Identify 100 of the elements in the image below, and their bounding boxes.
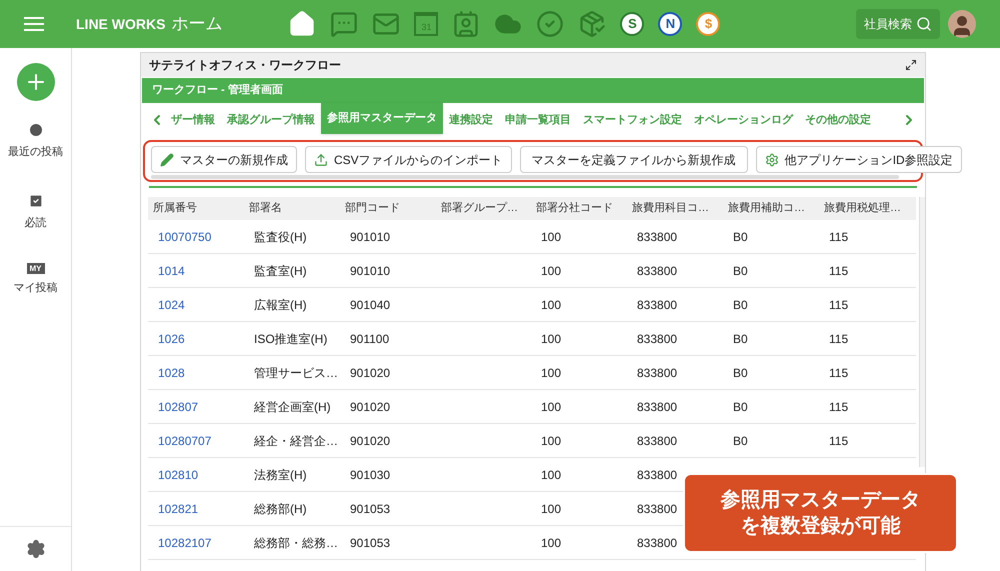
- toolbar-button[interactable]: マスターの新規作成: [151, 146, 297, 173]
- record-link[interactable]: 102810: [158, 466, 198, 484]
- expand-icon[interactable]: [905, 59, 917, 71]
- table-cell-text: 100: [541, 330, 562, 348]
- column-header[interactable]: 部署グループ…: [436, 197, 531, 220]
- table-cell-text: 833800: [637, 432, 678, 450]
- callout-text: を複数登録が可能: [740, 514, 900, 539]
- header-title: ワークフロー - 管理者画面: [152, 82, 283, 98]
- toolbar-button[interactable]: マスターを定義ファイルから新規作成: [520, 146, 748, 173]
- search-field[interactable]: 社員検索: [856, 9, 940, 39]
- table-cell-text: 901053: [350, 500, 390, 518]
- toolbar-button[interactable]: CSVファイルからのインポート: [305, 146, 512, 173]
- upload-icon: [314, 152, 328, 166]
- column-header[interactable]: 旅費用科目コ…: [627, 197, 723, 220]
- column-header[interactable]: 所属番号: [148, 197, 244, 220]
- table-cell-text: B0: [733, 364, 748, 382]
- tab[interactable]: オペレーションログ: [688, 112, 799, 134]
- record-link[interactable]: 10280707: [158, 432, 212, 450]
- table-cell-text: B0: [733, 398, 748, 416]
- table-cell-text: 833800: [637, 330, 678, 348]
- sidebar-item[interactable]: 必読: [24, 192, 46, 231]
- panel-title: サテライトオフィス・ワークフロー: [149, 57, 341, 74]
- my-badge: MY: [26, 263, 44, 274]
- table-cell-text: 901010: [350, 262, 390, 280]
- record-link[interactable]: 1026: [158, 330, 185, 348]
- toolbar-button[interactable]: 他アプリケーションID参照設定: [756, 146, 962, 173]
- table-cell-text: 833800: [637, 228, 678, 246]
- table-cell-text: 115: [829, 330, 848, 348]
- check-circle-icon[interactable]: [536, 10, 564, 38]
- page-title: ホーム: [171, 13, 222, 36]
- contact-card-icon[interactable]: [452, 10, 480, 38]
- record-link[interactable]: 102821: [158, 500, 198, 518]
- table-cell-text: 総務部(H): [254, 500, 307, 518]
- coin-icon[interactable]: S: [620, 12, 644, 36]
- table-cell-text: 901010: [350, 228, 390, 246]
- table-cell-text: 901020: [350, 398, 390, 416]
- checkbox-icon: [28, 192, 44, 208]
- box-check-icon[interactable]: [578, 10, 606, 38]
- tab[interactable]: その他の設定: [799, 112, 877, 134]
- column-header[interactable]: 部署分社コード: [531, 197, 627, 220]
- table-cell-text: 100: [541, 296, 562, 314]
- column-header[interactable]: 部署名: [244, 197, 340, 220]
- vertical-scrollbar[interactable]: [919, 197, 925, 467]
- horizontal-scrollbar[interactable]: [151, 175, 899, 179]
- table-cell-text: 100: [541, 500, 562, 518]
- table-cell-text: 833800: [637, 296, 678, 314]
- tab[interactable]: 連携設定: [443, 112, 499, 134]
- table-cell-text: 法務室(H): [254, 466, 307, 484]
- table-cell-text: 経企・経営企…: [254, 432, 338, 450]
- record-link[interactable]: 10282107: [158, 534, 212, 552]
- table-cell-text: 総務部・総務…: [254, 534, 338, 552]
- brand-logo: LINE WORKS: [76, 14, 166, 34]
- table-cell-text: B0: [733, 296, 748, 314]
- table-cell-text: 100: [541, 262, 562, 280]
- table-cell-text: 901100: [350, 330, 390, 348]
- table-cell-text: 100: [541, 364, 562, 382]
- search-icon[interactable]: [916, 16, 932, 32]
- table-cell-text: 経営企画室(H): [254, 398, 331, 416]
- chat-icon[interactable]: [330, 10, 358, 38]
- record-link[interactable]: 1024: [158, 296, 185, 314]
- table-cell-text: 901030: [350, 466, 390, 484]
- record-link[interactable]: 102807: [158, 398, 198, 416]
- tab[interactable]: ザー情報: [165, 112, 221, 134]
- column-header[interactable]: 旅費用補助コ…: [723, 197, 819, 220]
- table-cell-text: 管理サービス…: [254, 364, 338, 382]
- column-header[interactable]: 旅費用税処理…: [819, 197, 916, 220]
- table-cell-text: 広報室(H): [254, 296, 307, 314]
- table-cell-text: 833800: [637, 262, 678, 280]
- add-button[interactable]: [16, 63, 54, 101]
- table-cell-text: 901020: [350, 364, 390, 382]
- sidebar-item[interactable]: 最近の投稿: [8, 122, 63, 160]
- avatar[interactable]: [948, 10, 976, 38]
- coin-icon[interactable]: N: [658, 12, 682, 36]
- table-cell-text: 115: [829, 228, 848, 246]
- tab[interactable]: スマートフォン設定: [577, 112, 688, 134]
- table-cell-text: 115: [829, 262, 848, 280]
- table-cell-text: 833800: [637, 364, 678, 382]
- record-link[interactable]: 10070750: [158, 228, 212, 246]
- callout-text: 参照用マスターデータ: [720, 488, 920, 513]
- table-cell-text: 115: [829, 296, 848, 314]
- table-cell-text: 115: [829, 364, 848, 382]
- column-header[interactable]: 部門コード: [340, 197, 436, 220]
- table-cell-text: 115: [829, 398, 848, 416]
- sidebar-item[interactable]: MY マイ投稿: [14, 263, 58, 296]
- pencil-icon: [160, 152, 174, 166]
- table-cell-text: 901053: [350, 534, 390, 552]
- table-cell-text: 100: [541, 466, 562, 484]
- table-cell-text: ISO推進室(H): [254, 330, 328, 348]
- menu-icon[interactable]: [24, 16, 44, 32]
- table-cell-text: 833800: [637, 398, 678, 416]
- record-link[interactable]: 1014: [158, 262, 185, 280]
- tab[interactable]: 申請一覧項目: [499, 112, 577, 134]
- table-cell-text: 901020: [350, 432, 390, 450]
- table-cell-text: B0: [733, 262, 748, 280]
- table-cell-text: 100: [541, 432, 562, 450]
- tab[interactable]: 承認グループ情報: [221, 112, 321, 134]
- gear-icon: [764, 152, 779, 166]
- home-icon[interactable]: [288, 10, 316, 38]
- table-cell-text: B0: [733, 432, 748, 450]
- record-link[interactable]: 1028: [158, 364, 185, 382]
